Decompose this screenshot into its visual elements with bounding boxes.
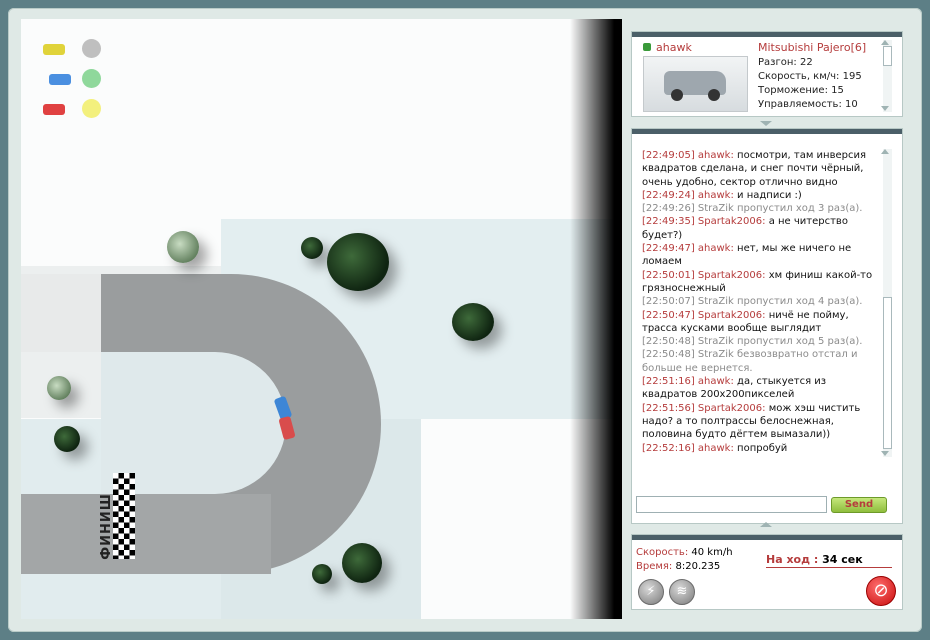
tree — [47, 376, 71, 400]
message-time: [22:49:26] — [642, 203, 695, 215]
chat-message: [22:49:26] StraZik пропустил ход 3 раз(а… — [642, 202, 878, 215]
send-button[interactable]: Send — [831, 497, 887, 513]
message-time: [22:50:47] — [642, 309, 695, 321]
finish-label: ФИНИШ — [98, 493, 114, 560]
message-nick[interactable]: Spartak2006: — [698, 270, 766, 281]
expand-chat-icon[interactable] — [760, 522, 772, 527]
scroll-up-icon[interactable] — [881, 40, 889, 45]
message-time: [22:50:01] — [642, 269, 695, 281]
message-time: [22:51:16] — [642, 376, 695, 388]
car-photo — [643, 56, 748, 112]
leave-race-button[interactable]: ⊘ — [866, 576, 896, 606]
car-info-scrollbar[interactable] — [881, 40, 892, 112]
panel-header-bar — [632, 535, 902, 540]
speed-time-info: Скорость: 40 km/h Время: 8:20.235 — [636, 546, 733, 574]
message-text: StraZik пропустил ход 5 раз(а). — [697, 336, 863, 348]
car-wheel-icon — [671, 89, 683, 101]
light-car-blue — [49, 74, 71, 85]
message-text: StraZik пропустил ход 4 раз(а). — [697, 296, 863, 308]
tree — [301, 237, 323, 259]
scroll-up-icon[interactable] — [881, 149, 889, 154]
light-green-icon — [82, 69, 101, 88]
track-straight-bottom — [21, 494, 271, 574]
message-text: попробуй — [737, 442, 788, 454]
message-text: StraZik пропустил ход 3 раз(а). — [697, 203, 863, 215]
panel-header-bar — [632, 129, 902, 134]
car-model: Mitsubishi Pajero[6] — [758, 41, 867, 54]
tree — [342, 543, 382, 583]
car-info-panel: ahawk Mitsubishi Pajero[6] Разгон: 22 Ск… — [631, 31, 903, 117]
race-track-view[interactable]: ФИНИШ — [21, 19, 618, 619]
stat-speed: Скорость, км/ч: 195 — [758, 71, 862, 82]
message-nick[interactable]: ahawk: — [698, 150, 734, 161]
stat-handling: Управляемость: 10 — [758, 99, 858, 110]
lightning-icon: ⚡ — [646, 584, 656, 599]
chat-message: [22:49:24] ahawk: и надписи :) — [642, 189, 878, 202]
turn-timer: На ход : 34 сек — [766, 553, 892, 568]
chat-scrollbar[interactable] — [881, 149, 892, 457]
chat-message: [22:50:48] StraZik безвозвратно отстал и… — [642, 348, 878, 375]
chat-message: [22:50:01] Spartak2006: хм финиш какой-т… — [642, 269, 878, 296]
message-nick[interactable]: ahawk: — [698, 443, 734, 454]
message-nick[interactable]: Spartak2006: — [698, 310, 766, 321]
message-nick[interactable]: Spartak2006: — [698, 216, 766, 227]
message-text: и надписи :) — [737, 189, 802, 201]
message-time: [22:49:35] — [642, 216, 695, 228]
stop-icon: ⊘ — [873, 580, 889, 601]
chat-message: [22:50:48] StraZik пропустил ход 5 раз(а… — [642, 335, 878, 348]
stat-braking: Торможение: 15 — [758, 85, 844, 96]
finish-line — [113, 473, 135, 559]
tree — [312, 564, 332, 584]
stat-acceleration: Разгон: 22 — [758, 57, 813, 68]
message-nick[interactable]: ahawk: — [698, 243, 734, 254]
scroll-thumb[interactable] — [883, 46, 892, 66]
message-nick[interactable]: ahawk: — [698, 376, 734, 387]
message-time: [22:49:47] — [642, 243, 695, 255]
scroll-thumb[interactable] — [883, 297, 892, 449]
chat-message: [22:51:16] ahawk: да, стыкуется из квадр… — [642, 375, 878, 402]
light-gray-icon — [82, 39, 101, 58]
chat-message: [22:50:47] Spartak2006: ничё не пойму, т… — [642, 309, 878, 336]
speed-readout: Скорость: 40 km/h — [636, 547, 733, 558]
message-time: [22:51:56] — [642, 402, 695, 414]
scroll-down-icon[interactable] — [881, 106, 889, 111]
tree — [167, 231, 199, 263]
scroll-down-icon[interactable] — [881, 451, 889, 456]
status-panel: Скорость: 40 km/h Время: 8:20.235 На ход… — [631, 534, 903, 610]
chat-message: [22:49:05] ahawk: посмотри, там инверсия… — [642, 149, 878, 189]
online-user-icon — [643, 43, 651, 51]
message-time: [22:50:48] — [642, 349, 695, 361]
tree — [54, 426, 80, 452]
message-time: [22:49:24] — [642, 189, 695, 201]
message-time: [22:52:16] — [642, 442, 695, 454]
tree — [327, 233, 389, 291]
wifi-icon: ≋ — [676, 584, 688, 599]
message-time: [22:50:48] — [642, 336, 695, 348]
chat-message: [22:52:16] ahawk: попробуй — [642, 442, 878, 455]
nitro-button[interactable]: ⚡ — [638, 579, 664, 605]
message-nick[interactable]: ahawk: — [698, 190, 734, 201]
chat-message: [22:49:47] ahawk: нет, мы же ничего не л… — [642, 242, 878, 269]
car-wheel-icon — [708, 89, 720, 101]
chat-input[interactable] — [636, 496, 827, 513]
chat-message: [22:49:35] Spartak2006: а не читерство б… — [642, 215, 878, 242]
connection-button[interactable]: ≋ — [669, 579, 695, 605]
light-car-yellow — [43, 44, 65, 55]
light-yellow-icon — [82, 99, 101, 118]
tree — [452, 303, 494, 341]
panel-header-bar — [632, 32, 902, 37]
message-time: [22:49:05] — [642, 150, 695, 161]
light-car-red — [43, 104, 65, 115]
chat-message: [22:50:07] StraZik пропустил ход 4 раз(а… — [642, 295, 878, 308]
message-nick[interactable]: Spartak2006: — [698, 403, 766, 414]
time-readout: Время: 8:20.235 — [636, 561, 721, 572]
chat-message: [22:51:56] Spartak2006: мож хэш чистить … — [642, 402, 878, 442]
track-view-shadow — [570, 19, 622, 619]
chat-panel: [22:49:05] ahawk: посмотри, там инверсия… — [631, 128, 903, 524]
chat-log: [22:49:05] ahawk: посмотри, там инверсия… — [642, 149, 878, 455]
message-time: [22:50:07] — [642, 296, 695, 308]
collapse-car-panel-icon[interactable] — [760, 121, 772, 126]
car-stats: Разгон: 22 Скорость, км/ч: 195 Торможени… — [758, 56, 862, 112]
username[interactable]: ahawk — [656, 41, 692, 54]
